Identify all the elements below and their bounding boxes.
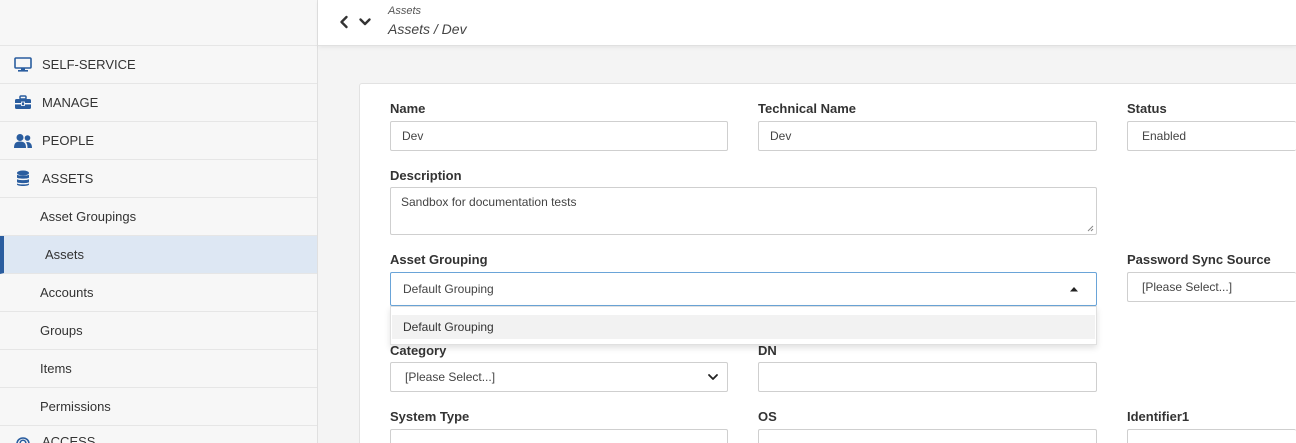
asset-grouping-label: Asset Grouping [390, 252, 488, 267]
description-text: Sandbox for documentation tests [401, 195, 577, 209]
status-select[interactable]: Enabled [1127, 121, 1296, 151]
sidebar-item-assets-active[interactable]: Assets [0, 236, 317, 274]
technical-name-field[interactable]: Dev [758, 121, 1097, 151]
asset-grouping-select[interactable]: Default Grouping [390, 272, 1097, 306]
sidebar-item-label: ACCESS [42, 433, 96, 443]
sidebar-item-label: PEOPLE [42, 133, 95, 148]
dn-field[interactable] [758, 362, 1097, 392]
identifier1-label: Identifier1 [1127, 409, 1190, 424]
chevron-down-icon [708, 374, 718, 380]
password-sync-source-label: Password Sync Source [1127, 252, 1271, 267]
caret-up-icon [1070, 287, 1078, 292]
toolbox-icon [13, 93, 33, 113]
system-type-label: System Type [390, 409, 470, 424]
sidebar-item-accounts[interactable]: Accounts [0, 274, 317, 312]
top-header: Assets Assets / Dev [318, 0, 1296, 46]
description-label: Description [390, 168, 462, 183]
os-label: OS [758, 409, 777, 424]
category-value: [Please Select...] [405, 370, 496, 384]
resize-handle-icon[interactable] [1087, 225, 1094, 232]
back-chevron-icon[interactable] [338, 15, 350, 34]
sidebar: SELF-SERVICE MANAGE PEOPLE ASSETS Asset … [0, 0, 318, 443]
category-label: Category [390, 343, 447, 358]
sidebar-item-asset-groupings[interactable]: Asset Groupings [0, 198, 317, 236]
sidebar-item-access[interactable]: ACCESS [0, 426, 317, 443]
status-label: Status [1127, 101, 1167, 116]
dropdown-option[interactable]: Default Grouping [392, 315, 1095, 339]
technical-name-label: Technical Name [758, 101, 857, 116]
sidebar-item-self-service[interactable]: SELF-SERVICE [0, 46, 317, 84]
sidebar-item-items[interactable]: Items [0, 350, 317, 388]
database-icon [13, 169, 33, 189]
header-controls [338, 15, 372, 34]
description-textarea[interactable]: Sandbox for documentation tests [390, 187, 1097, 235]
fingerprint-icon [13, 426, 33, 443]
sidebar-item-label: ASSETS [42, 171, 94, 186]
breadcrumb-parent[interactable]: Assets [388, 5, 421, 17]
asset-grouping-value: Default Grouping [403, 282, 494, 296]
asset-grouping-dropdown: Default Grouping [390, 306, 1097, 345]
name-label: Name [390, 101, 426, 116]
sidebar-top [0, 0, 317, 46]
sidebar-item-manage[interactable]: MANAGE [0, 84, 317, 122]
chevron-down-icon[interactable] [358, 15, 372, 34]
password-sync-source-select[interactable]: [Please Select...] [1127, 272, 1296, 302]
sidebar-item-assets[interactable]: ASSETS [0, 160, 317, 198]
sidebar-item-label: MANAGE [42, 95, 99, 110]
monitor-icon [13, 55, 33, 75]
sidebar-item-label: SELF-SERVICE [42, 57, 136, 72]
category-select[interactable]: [Please Select...] [390, 362, 728, 392]
identifier1-field[interactable] [1127, 429, 1296, 443]
dn-label: DN [758, 343, 777, 358]
name-field[interactable]: Dev [390, 121, 728, 151]
sidebar-item-groups[interactable]: Groups [0, 312, 317, 350]
people-icon [13, 131, 33, 151]
system-type-field[interactable] [390, 429, 728, 443]
sidebar-item-people[interactable]: PEOPLE [0, 122, 317, 160]
sidebar-item-permissions[interactable]: Permissions [0, 388, 317, 426]
os-field[interactable] [758, 429, 1097, 443]
page-title: Assets / Dev [388, 21, 467, 37]
